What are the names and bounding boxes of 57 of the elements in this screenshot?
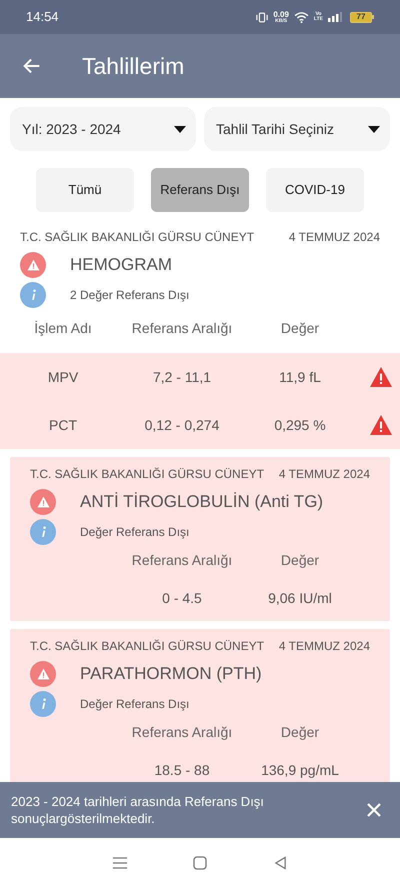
snackbar-message: 2023 - 2024 tarihleri arasında Referans Dışı sonuçlargösterilmektedir. (11, 793, 265, 827)
page-title: Tahlillerim (82, 52, 184, 81)
home-icon[interactable] (193, 856, 208, 870)
warning-icon (369, 366, 393, 388)
table-cell-text: 9,06 IU/ml (267, 588, 333, 608)
lab-name: T.C. SAĞLIK BAKANLIĞI GÜRSU CÜNEYT (30, 638, 264, 655)
warning-badge-icon (30, 661, 56, 687)
filter-tab[interactable]: Tümü (36, 168, 134, 212)
net-speed: 0.09 (273, 10, 289, 18)
column-header: Referans Aralığı (130, 318, 234, 338)
table-cell-text: 18.5 - 88 (153, 760, 211, 780)
table-cell-text: 11,9 fL (278, 368, 322, 386)
column-header: Değer (280, 550, 320, 570)
vibrate-icon (256, 12, 268, 22)
caret-icon (368, 126, 380, 132)
info-icon (30, 519, 56, 545)
caret-icon (174, 126, 186, 132)
table-cell-text: 0 - 4.5 (161, 588, 203, 608)
filter-tab[interactable]: COVID-19 (266, 168, 364, 212)
lab-name: T.C. SAĞLIK BAKANLIĞI GÜRSU CÜNEYT (20, 229, 254, 246)
wifi-icon (294, 12, 309, 22)
menu-icon[interactable] (113, 857, 128, 869)
battery-level: 77 (356, 13, 366, 21)
summary-text: Değer Referans Dışı (80, 696, 190, 713)
test-name: ANTİ TİROGLOBULİN (Anti TG) (80, 491, 324, 514)
column-header: Değer (280, 722, 320, 742)
table-cell-text: 136,9 pg/mL (260, 760, 340, 780)
summary-text: Değer Referans Dışı (80, 524, 190, 541)
table-cell-text: MPV (46, 368, 80, 386)
column-header: Referans Aralığı (130, 722, 234, 742)
signal-icon (328, 12, 342, 22)
test-name: HEMOGRAM (70, 254, 172, 276)
table-cell-text: 7,2 - 11,1 (152, 368, 212, 386)
warning-badge-icon (30, 489, 56, 515)
lab-name: T.C. SAĞLIK BAKANLIĞI GÜRSU CÜNEYT (30, 466, 264, 483)
column-header: İşlem Adı (33, 318, 93, 338)
info-icon (20, 282, 46, 308)
close-icon (366, 802, 382, 818)
warning-badge-icon (20, 252, 46, 278)
table-cell-text: PCT (48, 416, 78, 434)
back-icon[interactable] (274, 856, 287, 870)
dropdown[interactable]: Tahlil Tarihi Seçiniz (204, 107, 390, 151)
test-name: PARATHORMON (PTH) (80, 663, 262, 686)
status-time: 14:54 (26, 8, 59, 26)
summary-text: 2 Değer Referans Dışı (70, 287, 190, 304)
result-date: 4 TEMMUZ 2024 (278, 466, 370, 483)
column-header: Değer (280, 318, 320, 338)
filter-tab[interactable]: Referans Dışı (151, 168, 249, 212)
table-cell-text: 0,12 - 0,274 (144, 416, 220, 434)
result-card[interactable]: T.C. SAĞLIK BAKANLIĞI GÜRSU CÜNEYT 4 TEMMUZ 2024 ANTİ TİROGLOBULİN (Anti TG) Değer Referans Dışı Referans Aralığı Değer 0 - 4.5 9,06 IU/ml (10, 457, 390, 621)
dropdown[interactable]: Yıl: 2023 - 2024 (10, 107, 196, 151)
info-icon (30, 691, 56, 717)
column-header: Referans Aralığı (130, 550, 234, 570)
result-date: 4 TEMMUZ 2024 (278, 638, 370, 655)
table-cell-text: 0,295 % (273, 416, 327, 434)
warning-icon (369, 414, 393, 436)
result-date: 4 TEMMUZ 2024 (288, 229, 380, 246)
